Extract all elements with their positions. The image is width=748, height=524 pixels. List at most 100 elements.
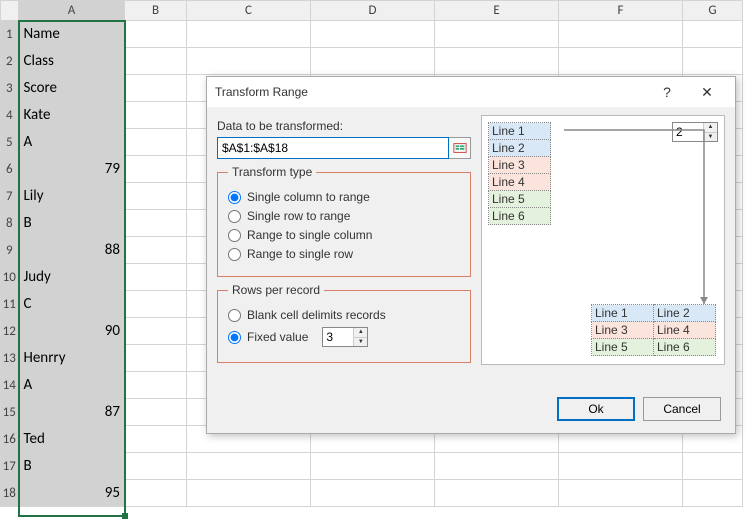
cell-g2[interactable] xyxy=(683,48,743,75)
selection-fill-handle[interactable] xyxy=(122,513,128,519)
cell-a2[interactable]: Class xyxy=(19,48,125,75)
help-icon[interactable]: ? xyxy=(647,84,687,100)
cell-b12[interactable] xyxy=(125,318,187,345)
row-header-6[interactable]: 6 xyxy=(1,156,19,183)
radio-col-to-range[interactable]: Single column to range xyxy=(228,190,460,204)
cell-a14[interactable]: A xyxy=(19,372,125,399)
radio-range-to-row[interactable]: Range to single row xyxy=(228,247,460,261)
preview-columns-input[interactable] xyxy=(673,123,703,141)
ok-button[interactable]: Ok xyxy=(557,397,635,421)
spin-down-icon[interactable]: ▼ xyxy=(353,338,367,347)
cell-b9[interactable] xyxy=(125,237,187,264)
radio-row-to-range[interactable]: Single row to range xyxy=(228,209,460,223)
col-header-e[interactable]: E xyxy=(435,1,559,21)
row-header-17[interactable]: 17 xyxy=(1,453,19,480)
cell-b11[interactable] xyxy=(125,291,187,318)
radio-fixed-value[interactable]: Fixed value xyxy=(228,330,308,344)
row-header-1[interactable]: 1 xyxy=(1,21,19,48)
cell-b4[interactable] xyxy=(125,102,187,129)
radio-fixed-value-input[interactable] xyxy=(228,331,241,344)
preview-columns-spinbox[interactable]: ▲ ▼ xyxy=(672,122,718,142)
dialog-titlebar[interactable]: Transform Range ? ✕ xyxy=(207,77,735,107)
cell-b15[interactable] xyxy=(125,399,187,426)
cell-a13[interactable]: Henrry xyxy=(19,345,125,372)
col-header-g[interactable]: G xyxy=(683,1,743,21)
fixed-value-input[interactable] xyxy=(323,328,353,346)
col-header-b[interactable]: B xyxy=(125,1,187,21)
cell-a12[interactable]: 90 xyxy=(19,318,125,345)
col-header-f[interactable]: F xyxy=(559,1,683,21)
cell-g1[interactable] xyxy=(683,21,743,48)
spin-up-icon[interactable]: ▲ xyxy=(353,328,367,338)
cell-a3[interactable]: Score xyxy=(19,75,125,102)
radio-row-to-range-input[interactable] xyxy=(228,210,241,223)
radio-blank-delimits-input[interactable] xyxy=(228,309,241,322)
cell-b17[interactable] xyxy=(125,453,187,480)
cell-a9[interactable]: 88 xyxy=(19,237,125,264)
select-all-cell[interactable] xyxy=(1,1,19,21)
cell-a17[interactable]: B xyxy=(19,453,125,480)
row-header-18[interactable]: 18 xyxy=(1,480,19,507)
cancel-button[interactable]: Cancel xyxy=(643,397,721,421)
cell-d1[interactable] xyxy=(311,21,435,48)
cell-a16[interactable]: Ted xyxy=(19,426,125,453)
radio-range-to-row-input[interactable] xyxy=(228,248,241,261)
cell-c18[interactable] xyxy=(187,480,311,507)
cell-d18[interactable] xyxy=(311,480,435,507)
range-picker-button[interactable] xyxy=(449,137,471,159)
row-header-14[interactable]: 14 xyxy=(1,372,19,399)
row-header-13[interactable]: 13 xyxy=(1,345,19,372)
row-header-16[interactable]: 16 xyxy=(1,426,19,453)
fixed-value-spinbox[interactable]: ▲ ▼ xyxy=(322,327,368,347)
row-header-4[interactable]: 4 xyxy=(1,102,19,129)
cell-a1[interactable]: Name xyxy=(19,21,125,48)
cell-e2[interactable] xyxy=(435,48,559,75)
cell-g18[interactable] xyxy=(683,480,743,507)
cell-f2[interactable] xyxy=(559,48,683,75)
cell-f18[interactable] xyxy=(559,480,683,507)
cell-a6[interactable]: 79 xyxy=(19,156,125,183)
spin-down-icon[interactable]: ▼ xyxy=(703,133,717,142)
cell-f17[interactable] xyxy=(559,453,683,480)
row-header-3[interactable]: 3 xyxy=(1,75,19,102)
cell-b1[interactable] xyxy=(125,21,187,48)
cell-b13[interactable] xyxy=(125,345,187,372)
cell-c17[interactable] xyxy=(187,453,311,480)
close-icon[interactable]: ✕ xyxy=(687,84,727,101)
cell-f1[interactable] xyxy=(559,21,683,48)
cell-c2[interactable] xyxy=(187,48,311,75)
cell-b8[interactable] xyxy=(125,210,187,237)
row-header-10[interactable]: 10 xyxy=(1,264,19,291)
cell-e18[interactable] xyxy=(435,480,559,507)
row-header-11[interactable]: 11 xyxy=(1,291,19,318)
row-header-15[interactable]: 15 xyxy=(1,399,19,426)
cell-b10[interactable] xyxy=(125,264,187,291)
cell-a15[interactable]: 87 xyxy=(19,399,125,426)
cell-a18[interactable]: 95 xyxy=(19,480,125,507)
cell-b18[interactable] xyxy=(125,480,187,507)
cell-d17[interactable] xyxy=(311,453,435,480)
cell-b5[interactable] xyxy=(125,129,187,156)
col-header-d[interactable]: D xyxy=(311,1,435,21)
cell-g17[interactable] xyxy=(683,453,743,480)
radio-blank-delimits[interactable]: Blank cell delimits records xyxy=(228,308,460,322)
row-header-12[interactable]: 12 xyxy=(1,318,19,345)
cell-b6[interactable] xyxy=(125,156,187,183)
cell-b3[interactable] xyxy=(125,75,187,102)
cell-b7[interactable] xyxy=(125,183,187,210)
row-header-2[interactable]: 2 xyxy=(1,48,19,75)
radio-range-to-col-input[interactable] xyxy=(228,229,241,242)
radio-range-to-col[interactable]: Range to single column xyxy=(228,228,460,242)
cell-e1[interactable] xyxy=(435,21,559,48)
cell-b2[interactable] xyxy=(125,48,187,75)
row-header-7[interactable]: 7 xyxy=(1,183,19,210)
col-header-a[interactable]: A xyxy=(19,1,125,21)
cell-b14[interactable] xyxy=(125,372,187,399)
range-input[interactable] xyxy=(217,137,449,159)
cell-a11[interactable]: C xyxy=(19,291,125,318)
cell-d2[interactable] xyxy=(311,48,435,75)
row-header-5[interactable]: 5 xyxy=(1,129,19,156)
cell-a10[interactable]: Judy xyxy=(19,264,125,291)
row-header-8[interactable]: 8 xyxy=(1,210,19,237)
cell-b16[interactable] xyxy=(125,426,187,453)
